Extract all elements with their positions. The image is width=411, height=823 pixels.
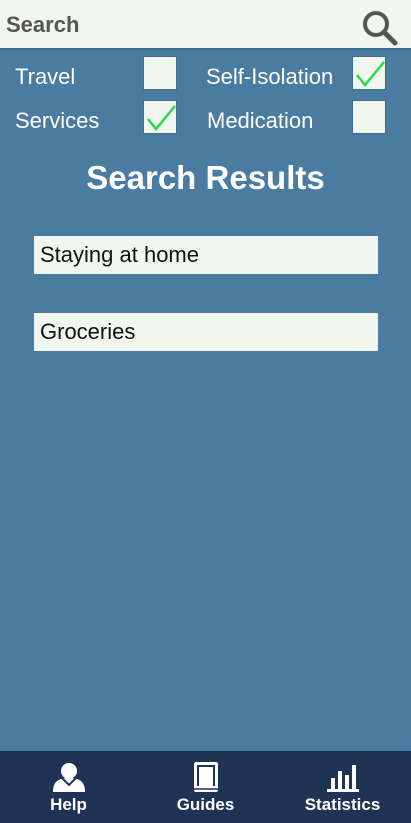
result-item-groceries[interactable]: Groceries (34, 313, 378, 351)
filter-medication-label: Medication (207, 108, 314, 133)
nav-guides-label: Guides (176, 795, 235, 814)
filter-travel-label: Travel (15, 64, 76, 89)
result-item-staying-at-home[interactable]: Staying at home (34, 236, 378, 274)
filter-self-isolation-label: Self-Isolation (206, 64, 334, 89)
checkmark-icon (356, 61, 385, 87)
filter-services-checkbox[interactable] (143, 100, 177, 134)
search-results-title: Search Results (86, 159, 325, 196)
nav-item-guides[interactable]: Guides (137, 751, 274, 823)
nav-help-label: Help (50, 795, 87, 814)
book-icon (193, 762, 218, 792)
filter-self-isolation-checkbox[interactable] (352, 56, 386, 90)
filter-services-label: Services (15, 108, 100, 133)
search-icon[interactable] (360, 8, 400, 48)
checkmark-icon (147, 105, 176, 131)
bottom-nav: Help Guides Statistics (0, 751, 411, 823)
bar-chart-icon (326, 765, 359, 792)
search-input[interactable] (6, 9, 346, 41)
filter-medication-checkbox[interactable] (352, 100, 386, 134)
user-icon (52, 763, 85, 792)
search-bar (0, 0, 411, 50)
nav-item-statistics[interactable]: Statistics (274, 751, 411, 823)
nav-statistics-label: Statistics (304, 795, 381, 814)
filter-travel-checkbox[interactable] (143, 56, 177, 90)
nav-item-help[interactable]: Help (0, 751, 137, 823)
